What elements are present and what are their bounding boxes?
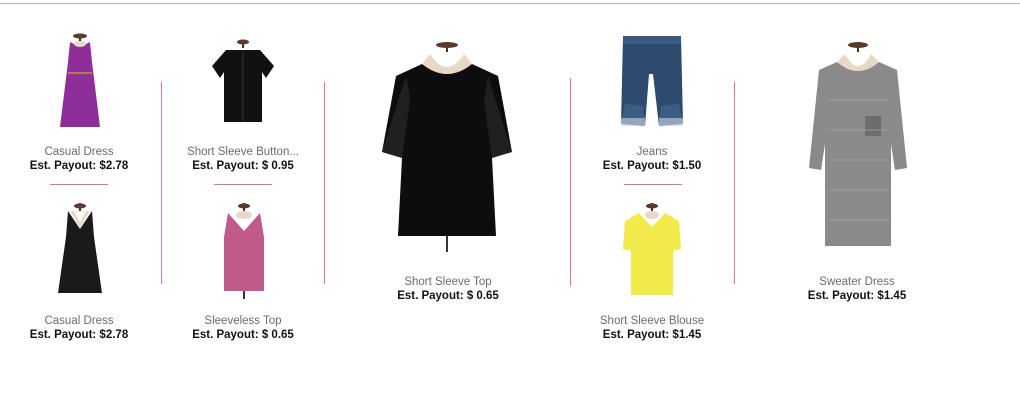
product-card[interactable]: Sweater Dress Est. Payout: $1.45 [735,0,980,320]
product-payout: Est. Payout: $ 0.65 [192,329,294,341]
product-card[interactable]: Short Sleeve Blouse Est. Payout: $1.45 [571,195,734,355]
product-name[interactable]: Jeans [552,145,752,159]
product-name[interactable]: Short Sleeve Blouse [552,314,752,328]
product-card[interactable]: Jeans Est. Payout: $1.50 [571,0,734,180]
product-name[interactable]: Sweater Dress [757,275,957,289]
product-card[interactable]: Short Sleeve Button... Est. Payout: $ 0.… [162,0,324,180]
product-image-short-sleeve-button[interactable] [208,38,278,130]
product-image-casual-dress[interactable] [50,32,110,132]
product-payout: Est. Payout: $1.50 [602,160,702,172]
product-image-short-sleeve-blouse[interactable] [621,203,683,301]
product-image-casual-dress[interactable] [52,203,108,299]
product-card[interactable]: Casual Dress Est. Payout: $2.78 [0,0,160,180]
product-card[interactable]: Short Sleeve Top Est. Payout: $ 0.65 [325,0,570,320]
product-card[interactable]: Sleeveless Top Est. Payout: $ 0.65 [162,195,324,355]
row-divider [624,184,682,185]
product-image-short-sleeve-top[interactable] [380,40,514,255]
product-payout: Est. Payout: $ 0.95 [192,160,294,172]
product-payout: Est. Payout: $1.45 [602,329,702,341]
row-divider [214,184,272,185]
product-payout: Est. Payout: $ 0.65 [397,290,499,302]
product-image-jeans[interactable] [619,34,685,128]
row-divider [50,184,108,185]
product-image-sleeveless-top[interactable] [216,203,272,301]
product-name[interactable]: Short Sleeve Top [348,275,548,289]
product-name[interactable]: Sleeveless Top [143,314,343,328]
product-name[interactable]: Short Sleeve Button... [143,145,343,159]
product-card[interactable]: Casual Dress Est. Payout: $2.78 [0,195,160,355]
product-payout: Est. Payout: $1.45 [807,290,907,302]
product-image-sweater-dress[interactable] [807,40,909,255]
